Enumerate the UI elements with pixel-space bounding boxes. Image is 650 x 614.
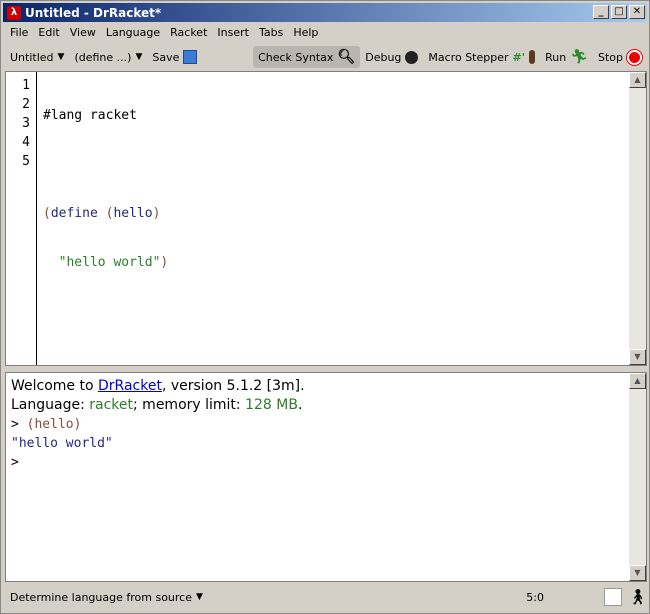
paren: ) [160, 255, 169, 270]
interactions-scrollbar[interactable]: ▲ ▼ [629, 373, 646, 581]
menu-tabs[interactable]: Tabs [254, 24, 288, 41]
prompt[interactable]: > [11, 453, 305, 472]
menu-insert[interactable]: Insert [212, 24, 254, 41]
window-title: Untitled - DrRacket* [25, 5, 162, 20]
floppy-disk-icon [183, 50, 198, 64]
prompt: > [11, 417, 19, 432]
menu-file[interactable]: File [5, 24, 33, 41]
file-dropdown-label: Untitled [10, 50, 54, 64]
lang-line: #lang racket [43, 108, 137, 123]
chevron-down-icon: ▼ [196, 592, 203, 602]
string-literal: "hello world" [58, 255, 161, 270]
language-dropdown-label: Determine language from source [10, 590, 192, 604]
language-label: Language: [11, 397, 90, 413]
menu-edit[interactable]: Edit [33, 24, 64, 41]
file-dropdown[interactable]: Untitled ▼ [5, 48, 69, 67]
repl-output: "hello world" [11, 436, 113, 451]
check-syntax-button[interactable]: Check Syntax 🔍︎ [253, 46, 361, 68]
drracket-logo-icon: λ [7, 5, 21, 20]
editor-scrollbar[interactable]: ▲ ▼ [629, 72, 646, 365]
menu-bar: File Edit View Language Racket Insert Ta… [5, 24, 323, 41]
version-text: , version 5.1.2 [3m]. [161, 378, 305, 394]
language-value: racket [89, 397, 134, 413]
check-syntax-label: Check Syntax [258, 50, 334, 64]
close-button[interactable]: ✕ [629, 5, 645, 19]
repl-input: (hello) [26, 417, 82, 432]
maximize-button[interactable]: □ [611, 5, 627, 19]
save-button[interactable]: Save [147, 47, 202, 67]
stop-label: Stop [597, 50, 623, 64]
scroll-up-icon[interactable]: ▲ [629, 373, 646, 389]
title-bar: λ Untitled - DrRacket* _ □ ✕ [3, 3, 647, 22]
macro-stepper-button[interactable]: Macro Stepper #' [423, 47, 540, 67]
line-number: 5 [22, 154, 30, 169]
line-number-gutter: 1 2 3 4 5 [6, 72, 37, 365]
code-line: #lang racket [43, 106, 168, 125]
menu-language[interactable]: Language [101, 24, 165, 41]
macro-stepper-icon: #' [512, 50, 526, 64]
minimize-button[interactable]: _ [593, 5, 609, 19]
debug-button[interactable]: Debug [360, 48, 423, 67]
macro-stepper-label: Macro Stepper [428, 50, 509, 64]
menu-view[interactable]: View [65, 24, 101, 41]
bomb-icon [405, 50, 419, 64]
chevron-down-icon: ▼ [57, 52, 65, 62]
definitions-editor[interactable]: 1 2 3 4 5 #lang racket (define (hello) "… [5, 71, 647, 366]
memory-label: ; memory limit: [133, 397, 246, 413]
toolbar: Untitled ▼ (define ...) ▼ Save Check Synta… [5, 45, 647, 69]
status-bar: Determine language from source ▼ 5:0 🚶︎ [5, 585, 647, 609]
input-line: > (hello) [11, 415, 305, 434]
code-text[interactable]: #lang racket (define (hello) "hello worl… [43, 76, 168, 351]
walking-man-icon: 🚶︎ [627, 588, 647, 606]
run-button[interactable]: Run 🏃︎ [540, 46, 593, 68]
welcome-text: Welcome to [11, 378, 98, 394]
define-dropdown[interactable]: (define ...) ▼ [69, 48, 147, 67]
scroll-down-icon[interactable]: ▼ [629, 565, 646, 581]
welcome-line: Welcome to DrRacket, version 5.1.2 [3m]. [11, 377, 305, 396]
define-dropdown-label: (define ...) [74, 50, 132, 64]
foot-icon [529, 50, 536, 64]
interactions-pane[interactable]: Welcome to DrRacket, version 5.1.2 [3m].… [5, 372, 647, 582]
memory-value: 128 MB [245, 397, 298, 413]
line-number: 1 [22, 78, 30, 93]
status-box [603, 588, 622, 606]
running-man-icon: 🏃︎ [570, 49, 588, 65]
menu-help[interactable]: Help [288, 24, 323, 41]
magnifier-icon: 🔍︎ [337, 49, 356, 65]
chevron-down-icon: ▼ [135, 52, 143, 62]
identifier: hello [113, 206, 153, 221]
line-number: 3 [22, 116, 30, 131]
language-dropdown[interactable]: Determine language from source ▼ [5, 588, 208, 607]
cursor-position: 5:0 [526, 590, 544, 604]
stop-icon [627, 49, 642, 65]
line-number: 2 [22, 97, 30, 112]
paren: ( [43, 206, 51, 221]
menu-racket[interactable]: Racket [165, 24, 212, 41]
debug-label: Debug [365, 50, 402, 64]
line-number: 4 [22, 135, 30, 150]
stop-button[interactable]: Stop [593, 47, 647, 68]
language-line: Language: racket; memory limit: 128 MB. [11, 396, 305, 415]
paren: ) [152, 206, 161, 221]
code-line: (define (hello) [43, 204, 168, 223]
code-line: "hello world") [43, 253, 169, 272]
drracket-link[interactable]: DrRacket [98, 378, 162, 394]
save-label: Save [152, 50, 180, 64]
scroll-down-icon[interactable]: ▼ [629, 349, 646, 365]
run-label: Run [545, 50, 567, 64]
scroll-up-icon[interactable]: ▲ [629, 72, 646, 88]
keyword: define [50, 206, 98, 221]
period: . [297, 397, 303, 413]
